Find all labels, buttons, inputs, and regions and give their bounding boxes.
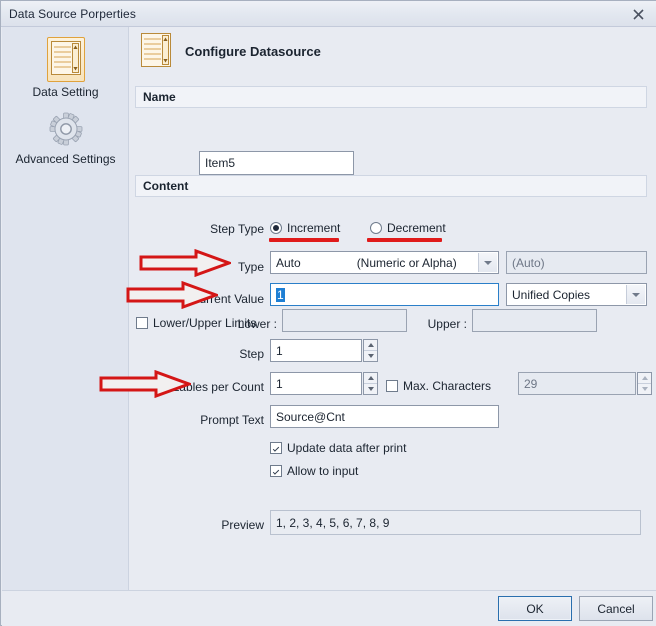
data-source-properties-dialog: Data Source Porperties Data Setting Adva… — [0, 0, 656, 626]
stepper-down-icon[interactable] — [364, 383, 377, 394]
underline-decrement — [367, 238, 442, 242]
sidebar-item-label: Advanced Settings — [15, 152, 116, 166]
labels-per-count-stepper[interactable] — [363, 372, 378, 395]
page-title: Configure Datasource — [185, 44, 321, 59]
title-bar: Data Source Porperties — [1, 1, 656, 27]
current-value-input[interactable]: 1 — [270, 283, 499, 306]
datasource-list-icon — [141, 33, 171, 70]
checkbox-icon — [270, 465, 282, 477]
type-combo[interactable]: Auto (Numeric or Alpha) — [270, 251, 499, 274]
copies-mode-value: Unified Copies — [512, 287, 591, 302]
name-input[interactable]: Item5 — [199, 151, 354, 175]
max-characters-label: Max. Characters — [403, 379, 492, 393]
prompt-text-input[interactable]: Source@Cnt — [270, 405, 499, 428]
checkbox-icon — [386, 380, 398, 392]
radio-decrement[interactable]: Decrement — [370, 221, 446, 235]
radio-decrement-label: Decrement — [387, 221, 446, 235]
sidebar-item-data-setting[interactable]: Data Setting — [2, 37, 129, 99]
step-input[interactable]: 1 — [270, 339, 362, 362]
stepper-down-icon[interactable] — [364, 350, 377, 361]
prompt-text-label: Prompt Text — [200, 413, 264, 427]
type-secondary-input: (Auto) — [506, 251, 647, 274]
datasource-list-icon — [46, 37, 85, 82]
allow-to-input-checkbox[interactable]: Allow to input — [270, 464, 358, 478]
stepper-up-icon[interactable] — [364, 373, 377, 383]
checkbox-icon — [136, 317, 148, 329]
chevron-down-icon[interactable] — [626, 285, 645, 304]
labels-per-count-input[interactable]: 1 — [270, 372, 362, 395]
max-characters-stepper — [637, 372, 652, 395]
window-title: Data Source Porperties — [9, 7, 136, 21]
stepper-up-icon — [638, 373, 651, 383]
radio-dot-icon — [370, 222, 382, 234]
max-characters-checkbox[interactable]: Max. Characters — [386, 379, 491, 393]
update-after-print-checkbox[interactable]: Update data after print — [270, 441, 406, 455]
max-characters-input: 29 — [518, 372, 636, 395]
gear-icon — [49, 112, 83, 149]
stepper-down-icon — [638, 383, 651, 394]
lower-input — [282, 309, 407, 332]
radio-dot-icon — [270, 222, 282, 234]
underline-increment — [269, 238, 339, 242]
chevron-down-icon[interactable] — [478, 253, 497, 272]
step-label: Step — [239, 347, 264, 361]
stepper-up-icon[interactable] — [364, 340, 377, 350]
main-pane: Configure Datasource Name Item5 Content … — [99, 27, 656, 590]
section-header-content: Content — [135, 175, 647, 197]
radio-increment-label: Increment — [287, 221, 341, 235]
type-value: Auto — [276, 255, 301, 270]
ok-button[interactable]: OK — [498, 596, 572, 621]
upper-label: Upper : — [427, 317, 467, 331]
arrow-type — [139, 248, 234, 280]
sidebar-item-advanced-settings[interactable]: Advanced Settings — [2, 112, 129, 166]
preview-output: 1, 2, 3, 4, 5, 6, 7, 8, 9 — [270, 510, 641, 535]
cancel-button[interactable]: Cancel — [579, 596, 653, 621]
preview-label: Preview — [221, 518, 264, 532]
radio-increment[interactable]: Increment — [270, 221, 340, 235]
current-value-text: 1 — [276, 287, 285, 302]
copies-mode-combo[interactable]: Unified Copies — [506, 283, 647, 306]
sidebar: Data Setting Advanced Settings — [2, 27, 129, 590]
lower-label: Lower : — [237, 317, 277, 331]
step-stepper[interactable] — [363, 339, 378, 362]
close-icon[interactable] — [625, 4, 651, 24]
update-after-print-label: Update data after print — [287, 441, 407, 455]
upper-input — [472, 309, 597, 332]
sidebar-item-label: Data Setting — [32, 85, 99, 99]
section-header-name: Name — [135, 86, 647, 108]
arrow-labels-per-count — [99, 369, 194, 401]
checkbox-icon — [270, 442, 282, 454]
dialog-footer: OK Cancel — [2, 590, 656, 626]
page-header: Configure Datasource — [141, 33, 321, 70]
step-type-label: Step Type — [210, 222, 264, 236]
allow-to-input-label: Allow to input — [287, 464, 359, 478]
type-value-hint: (Numeric or Alpha) — [356, 255, 457, 270]
arrow-current-value — [126, 280, 221, 312]
